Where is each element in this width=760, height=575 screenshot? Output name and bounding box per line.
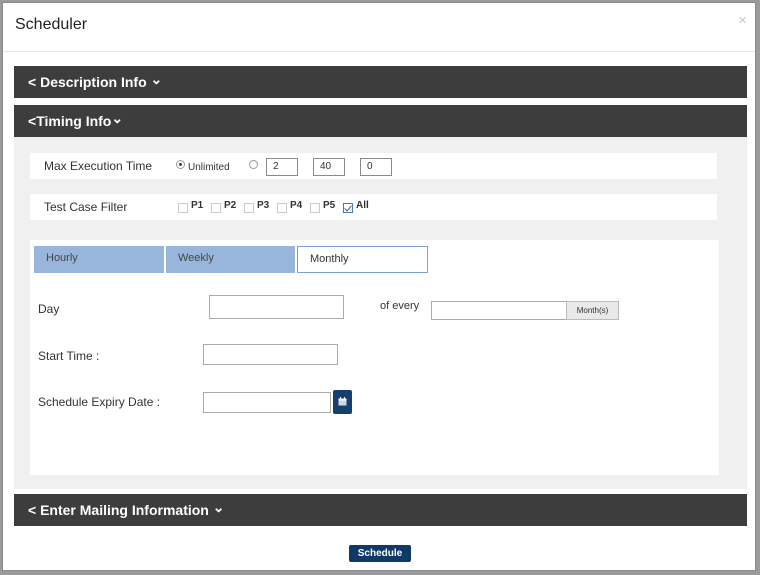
filter-p3-checkbox[interactable] xyxy=(244,203,254,213)
month-interval-input[interactable] xyxy=(431,301,567,320)
timing-info-panel: Max Execution Time Unlimited 2 40 0 Test… xyxy=(14,137,747,489)
minutes-input[interactable]: 40 xyxy=(313,158,345,176)
unlimited-radio[interactable] xyxy=(176,160,185,169)
calendar-icon[interactable] xyxy=(333,390,352,414)
seconds-input[interactable]: 0 xyxy=(360,158,392,176)
filter-p1-checkbox[interactable] xyxy=(178,203,188,213)
unlimited-label: Unlimited xyxy=(188,162,230,173)
start-time-label: Start Time : xyxy=(38,349,100,363)
max-execution-row: Max Execution Time Unlimited 2 40 0 xyxy=(30,153,717,179)
tab-monthly[interactable]: Monthly xyxy=(297,246,428,273)
custom-time-radio[interactable] xyxy=(249,160,258,169)
chevron-left-icon: < xyxy=(28,502,37,518)
filter-p4-label: P4 xyxy=(290,200,303,211)
test-case-filter-row: Test Case Filter P1 P2 P3 P4 P5 All xyxy=(30,194,717,220)
expiry-date-label: Schedule Expiry Date : xyxy=(38,395,161,409)
filter-p2-checkbox[interactable] xyxy=(211,203,221,213)
timing-info-toggle[interactable]: <Timing Info⌄ xyxy=(14,105,747,137)
description-info-toggle[interactable]: < Description Info ⌄ xyxy=(14,66,747,98)
filter-p5-label: P5 xyxy=(323,200,336,211)
close-icon[interactable]: × xyxy=(738,12,747,29)
day-label: Day xyxy=(38,302,60,316)
filter-p2-label: P2 xyxy=(224,200,237,211)
dialog-title: Scheduler xyxy=(15,16,88,33)
month-unit-addon: Month(s) xyxy=(566,301,619,320)
chevron-left-icon: < xyxy=(28,74,37,90)
hours-input[interactable]: 2 xyxy=(266,158,298,176)
max-execution-label: Max Execution Time xyxy=(44,159,153,173)
mailing-info-toggle[interactable]: < Enter Mailing Information ⌄ xyxy=(14,494,747,526)
section-title-timing: Timing Info xyxy=(36,113,112,129)
of-every-label: of every xyxy=(380,300,420,312)
filter-p4-checkbox[interactable] xyxy=(277,203,287,213)
scheduler-dialog: Scheduler × < Description Info ⌄ <Timing… xyxy=(2,2,756,571)
schedule-button[interactable]: Schedule xyxy=(349,545,411,562)
schedule-panel: Hourly Weekly Monthly Day of every Month… xyxy=(30,240,719,475)
test-case-filter-label: Test Case Filter xyxy=(44,200,128,214)
day-input[interactable] xyxy=(209,295,344,319)
filter-p1-label: P1 xyxy=(191,200,204,211)
tab-weekly[interactable]: Weekly xyxy=(166,246,295,273)
chevron-down-icon: ⌄ xyxy=(150,71,163,87)
filter-all-checkbox[interactable] xyxy=(343,203,353,213)
expiry-date-input[interactable] xyxy=(203,392,331,413)
filter-all-label: All xyxy=(356,200,369,211)
start-time-input[interactable] xyxy=(203,344,338,365)
section-title-description: Description Info xyxy=(36,74,151,90)
chevron-down-icon: ⌄ xyxy=(212,499,225,515)
chevron-left-icon: < xyxy=(28,113,37,129)
chevron-down-icon: ⌄ xyxy=(111,110,124,126)
filter-p5-checkbox[interactable] xyxy=(310,203,320,213)
tab-hourly[interactable]: Hourly xyxy=(34,246,164,273)
filter-p3-label: P3 xyxy=(257,200,270,211)
section-title-mailing: Enter Mailing Information xyxy=(36,502,213,518)
header-divider xyxy=(3,51,755,52)
